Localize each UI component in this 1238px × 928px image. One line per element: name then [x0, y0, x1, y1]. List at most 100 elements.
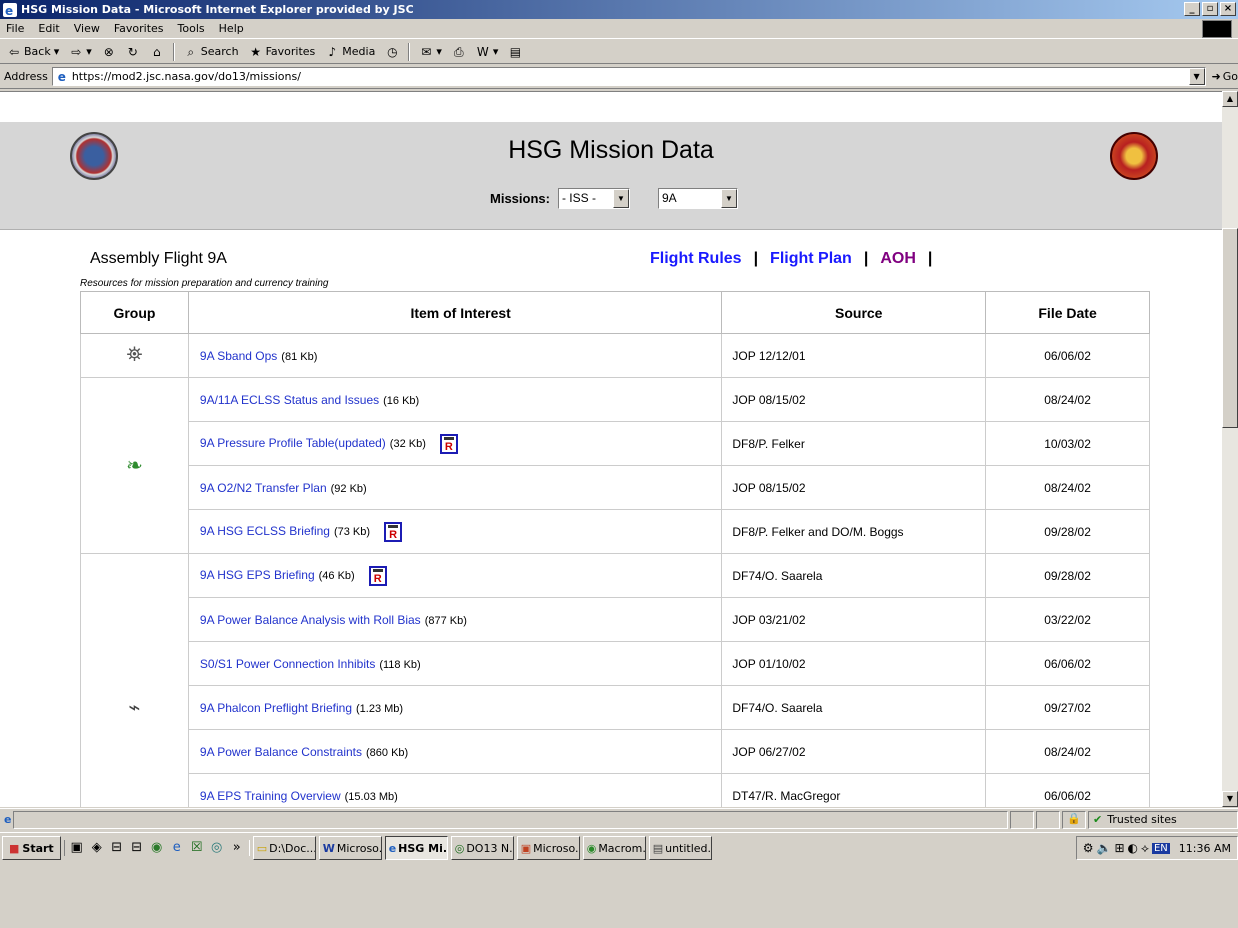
- taskbar-task[interactable]: ▤untitled...: [648, 836, 712, 860]
- item-link[interactable]: S0/S1 Power Connection Inhibits: [200, 657, 375, 671]
- source-cell: JOP 06/27/02: [721, 729, 987, 774]
- back-dropdown-icon[interactable]: ▾: [54, 45, 60, 58]
- window-titlebar[interactable]: e HSG Mission Data - Microsoft Internet …: [0, 0, 1238, 19]
- taskbar-task[interactable]: ▣Microso...: [516, 836, 580, 860]
- item-cell: 9A EPS Training Overview (15.03 Mb): [187, 773, 723, 807]
- back-button[interactable]: ⇦ Back ▾: [4, 44, 62, 60]
- favorites-icon: ★: [250, 44, 261, 59]
- mail-icon: ✉: [421, 44, 432, 59]
- item-link[interactable]: 9A Sband Ops: [200, 349, 277, 363]
- home-button[interactable]: ⌂: [147, 44, 167, 60]
- page-viewport[interactable]: HSG Mission Data Missions: - ISS - ▼ 9A …: [0, 91, 1222, 807]
- menu-help[interactable]: Help: [219, 22, 244, 35]
- tray-icon[interactable]: ⟡: [1141, 841, 1149, 856]
- flight-rules-link[interactable]: Flight Rules: [650, 250, 742, 268]
- item-link[interactable]: 9A EPS Training Overview: [200, 789, 341, 803]
- taskbar-task[interactable]: WMicroso...: [318, 836, 382, 860]
- scroll-down-icon[interactable]: ▼: [1222, 791, 1238, 807]
- print-button[interactable]: ⎙: [449, 44, 469, 60]
- taskbar-task[interactable]: ◉Macrom...: [582, 836, 646, 860]
- item-cell: 9A Phalcon Preflight Briefing (1.23 Mb): [187, 685, 723, 730]
- network-icon[interactable]: ⊟: [109, 840, 125, 856]
- address-dropdown-icon[interactable]: ▼: [1188, 68, 1205, 85]
- task-label: DO13 N...: [466, 841, 513, 855]
- item-link[interactable]: 9A Phalcon Preflight Briefing: [200, 701, 352, 715]
- revision-document-icon[interactable]: R: [384, 521, 403, 542]
- excel-icon[interactable]: ☒: [189, 840, 205, 856]
- maximize-button[interactable]: ▫: [1202, 2, 1218, 16]
- discuss-button[interactable]: ▤: [505, 44, 525, 60]
- revision-document-icon[interactable]: R: [368, 565, 387, 586]
- edit-dropdown-icon[interactable]: ▾: [493, 45, 499, 58]
- close-button[interactable]: ×: [1220, 2, 1236, 16]
- favorites-button[interactable]: ★ Favorites: [246, 44, 319, 60]
- chevron-down-icon[interactable]: ▼: [720, 189, 737, 208]
- item-link[interactable]: 9A HSG ECLSS Briefing: [200, 524, 330, 538]
- media-player-icon[interactable]: ◉: [149, 840, 165, 856]
- more-icon[interactable]: »: [229, 840, 245, 856]
- item-link[interactable]: 9A Pressure Profile Table(updated): [200, 436, 386, 450]
- address-input[interactable]: e https://mod2.jsc.nasa.gov/do13/mission…: [51, 67, 1206, 86]
- menu-file[interactable]: File: [6, 22, 24, 35]
- flight-plan-link[interactable]: Flight Plan: [770, 250, 852, 268]
- forward-dropdown-icon[interactable]: ▾: [86, 45, 92, 58]
- clock[interactable]: 11:36 AM: [1179, 842, 1231, 855]
- mail-dropdown-icon[interactable]: ▾: [436, 45, 442, 58]
- item-link[interactable]: 9A O2/N2 Transfer Plan: [200, 481, 327, 495]
- item-link[interactable]: 9A HSG EPS Briefing: [200, 568, 315, 582]
- table-row: 9A Power Balance Analysis with Roll Bias…: [81, 597, 1150, 642]
- aoh-link[interactable]: AOH: [880, 250, 916, 268]
- scroll-thumb[interactable]: [1222, 228, 1238, 428]
- history-button[interactable]: ◷: [382, 44, 402, 60]
- desktop-icon[interactable]: ▣: [69, 840, 85, 856]
- taskbar-task[interactable]: ▭ D:\Doc...: [252, 836, 316, 860]
- refresh-button[interactable]: ↻: [123, 44, 143, 60]
- menu-tools[interactable]: Tools: [178, 22, 205, 35]
- menu-favorites[interactable]: Favorites: [114, 22, 164, 35]
- file-date-cell: 06/06/02: [985, 333, 1150, 378]
- menu-view[interactable]: View: [74, 22, 100, 35]
- ie-icon[interactable]: e: [169, 840, 185, 856]
- taskbar-task[interactable]: ◎DO13 N...: [450, 836, 514, 860]
- media-button[interactable]: ♪ Media: [322, 44, 378, 60]
- computer-icon[interactable]: ⊟: [129, 840, 145, 856]
- minimize-button[interactable]: _: [1184, 2, 1200, 16]
- lock-icon: 🔒: [1062, 810, 1086, 829]
- language-indicator[interactable]: EN: [1151, 842, 1170, 854]
- taskbar-task[interactable]: eHSG Mi...: [384, 836, 448, 860]
- mail-button[interactable]: ✉ ▾: [416, 44, 445, 60]
- folder-icon[interactable]: ◈: [89, 840, 105, 856]
- scroll-up-icon[interactable]: ▲: [1222, 91, 1238, 107]
- source-cell: DF8/P. Felker and DO/M. Boggs: [721, 509, 987, 554]
- group-cell: ❧: [80, 377, 189, 554]
- page-title: HSG Mission Data: [508, 136, 714, 164]
- program-select[interactable]: - ISS - ▼: [557, 188, 630, 209]
- tray-icon[interactable]: ⚙: [1083, 841, 1094, 855]
- item-cell: 9A Pressure Profile Table(updated) (32 Kb…: [187, 421, 723, 466]
- revision-document-icon[interactable]: R: [439, 433, 458, 454]
- flight-select[interactable]: 9A ▼: [657, 188, 738, 209]
- chevron-down-icon[interactable]: ▼: [612, 189, 629, 208]
- network-tray-icon[interactable]: ⊞: [1114, 841, 1124, 855]
- file-size: (1.23 Mb): [356, 702, 404, 715]
- menu-edit[interactable]: Edit: [38, 22, 59, 35]
- go-button[interactable]: ➜ Go: [1212, 70, 1238, 83]
- search-button[interactable]: ⌕ Search: [181, 44, 242, 60]
- item-link[interactable]: 9A/11A ECLSS Status and Issues: [200, 393, 379, 407]
- item-link[interactable]: 9A Power Balance Analysis with Roll Bias: [200, 613, 421, 627]
- volume-icon[interactable]: 🔈: [1097, 841, 1112, 855]
- item-link[interactable]: 9A Power Balance Constraints: [200, 745, 362, 759]
- tray-icon[interactable]: ◐: [1128, 841, 1138, 855]
- stop-button[interactable]: ⊗: [99, 44, 119, 60]
- windows-flag-icon: ■: [9, 841, 20, 855]
- menu-bar: File Edit View Favorites Tools Help: [0, 19, 1238, 39]
- source-cell: DF74/O. Saarela: [721, 553, 987, 598]
- edit-button[interactable]: W ▾: [473, 44, 502, 60]
- file-size: (15.03 Mb): [344, 790, 398, 803]
- start-button[interactable]: ■ Start: [2, 836, 61, 860]
- file-date-cell: 09/28/02: [985, 509, 1150, 554]
- file-size: (73 Kb): [333, 525, 371, 538]
- forward-button[interactable]: ⇨ ▾: [66, 44, 95, 60]
- outlook-icon[interactable]: ◎: [209, 840, 225, 856]
- vertical-scrollbar[interactable]: ▲ ▼: [1222, 91, 1238, 807]
